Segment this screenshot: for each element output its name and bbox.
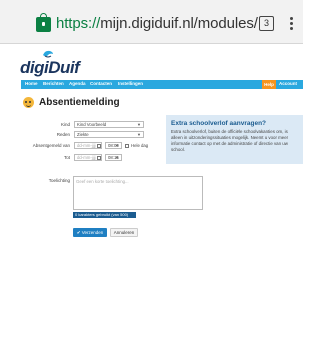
- info-title: Extra schoolverlof aanvragen?: [171, 120, 267, 127]
- whole-day-label: Hele dag: [131, 143, 149, 148]
- url-scheme: https://: [56, 15, 101, 32]
- note-textarea[interactable]: [73, 176, 203, 210]
- calendar-icon: [96, 143, 101, 148]
- chevron-down-icon: ▼: [137, 132, 141, 137]
- from-date-field[interactable]: dd-mm-jjjj: [74, 142, 102, 149]
- calendar-icon: [96, 155, 101, 160]
- until-label: Tot: [63, 155, 70, 160]
- kind-label: Kind: [60, 122, 70, 127]
- chevron-down-icon: ▼: [137, 122, 141, 127]
- from-time-select[interactable]: 08:00 ▼: [105, 142, 122, 149]
- nav-item-berichten[interactable]: Berichten: [43, 81, 64, 86]
- page-title: Absentiemelding: [39, 97, 120, 108]
- absent-from-label: Absentgemeld van: [32, 143, 70, 148]
- until-time-select[interactable]: 08:15 ▼: [105, 154, 122, 161]
- info-body: Extra schoolverlof, buiten de officiële …: [171, 129, 289, 152]
- logo-prefix: digi: [20, 58, 49, 77]
- whole-day-checkbox[interactable]: [125, 143, 129, 148]
- reason-select[interactable]: Ziekte ▼: [74, 131, 144, 138]
- help-button[interactable]: Help: [262, 80, 276, 89]
- chevron-down-icon: ▼: [115, 143, 119, 148]
- address-bar[interactable]: https://mijn.digiduif.nl/modules/: [56, 15, 258, 32]
- nav-item-instellingen[interactable]: Instellingen: [118, 81, 143, 86]
- reason-label: Reden: [56, 132, 70, 137]
- until-date-placeholder: dd-mm-jjjj: [77, 155, 96, 160]
- note-label: Toelichting: [48, 178, 70, 183]
- nav-item-contacten[interactable]: Contacten: [90, 81, 112, 86]
- info-panel: Extra schoolverlof aanvragen? Extra scho…: [166, 115, 303, 164]
- cancel-button[interactable]: Annuleren: [110, 228, 138, 237]
- submit-button[interactable]: ✔ Verzenden: [73, 228, 107, 237]
- main-nav: Home Berichten Agenda Contacten Instelli…: [21, 80, 303, 89]
- character-counter: 0 karakters gebruikt (van 500): [73, 212, 136, 218]
- nav-item-home[interactable]: Home: [25, 81, 38, 86]
- lock-icon: [36, 13, 51, 32]
- url-path: mijn.digiduif.nl/modules/: [100, 15, 258, 32]
- kind-select[interactable]: Kind Voorbeeld ▼: [74, 121, 144, 128]
- logo-suffix: Duif: [48, 58, 80, 77]
- until-date-field[interactable]: dd-mm-jjjj: [74, 154, 102, 161]
- site-logo[interactable]: digiDuif: [20, 58, 80, 78]
- account-menu[interactable]: Account: [279, 81, 297, 86]
- overflow-menu-icon[interactable]: [290, 17, 294, 31]
- tab-switcher-button[interactable]: 3: [259, 16, 274, 31]
- reason-value: Ziekte: [77, 132, 89, 137]
- browser-toolbar: https://mijn.digiduif.nl/modules/ 3: [0, 0, 303, 44]
- nav-item-agenda[interactable]: Agenda: [69, 81, 86, 86]
- from-date-placeholder: dd-mm-jjjj: [77, 143, 96, 148]
- kind-value: Kind Voorbeeld: [77, 122, 107, 127]
- chevron-down-icon: ▼: [115, 155, 119, 160]
- module-avatar-icon: [23, 97, 34, 108]
